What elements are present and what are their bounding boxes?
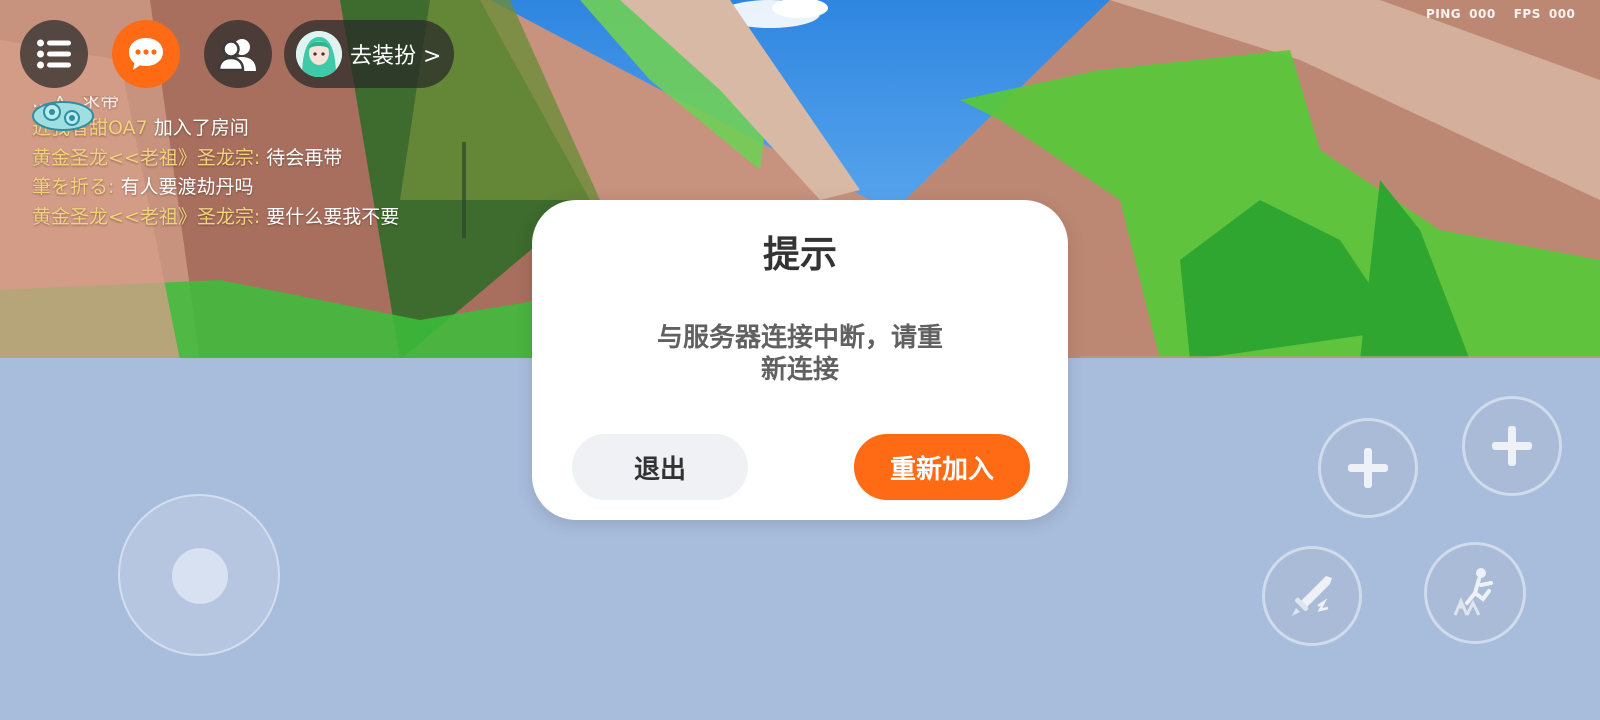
chat-scrollbar[interactable] [462,142,466,238]
chat-line: 黄金圣龙<<老祖》圣龙宗: 待会再带 [32,144,472,174]
action-slot-1-button[interactable] [1318,418,1418,518]
chat-line: 黄金圣龙<<老祖》圣龙宗: 要什么要我不要 [32,203,472,233]
chat-sender: 筆を折る: [32,176,115,198]
sword-icon [1292,576,1332,616]
chat-sender: 黄金圣龙<<老祖》圣龙宗: [32,146,261,169]
plus-icon [1492,426,1532,466]
joystick-knob[interactable] [172,548,228,604]
exit-button[interactable]: 退出 [572,434,748,500]
jump-button[interactable] [1424,542,1526,644]
dialog-message: 与服务器连接中断，请重新连接 [656,323,943,385]
disconnect-dialog: 提示 与服务器连接中断，请重新连接 退出 重新加入 [532,200,1068,520]
chat-message: 有人要渡劫丹吗 [120,176,254,198]
cloud-emblem-icon [32,101,94,131]
chat-line: 筆を折る: 有人要渡劫丹吗 [32,173,472,203]
chat-sender: 黄金圣龙<<老祖》圣龙宗: [32,205,261,228]
chat-bubble-icon [129,38,163,70]
chat-message: 要什么要我不要 [266,205,400,228]
avatar [296,31,342,77]
friends-icon [218,39,256,71]
performance-readout: PING 000 FPS 000 [1426,7,1575,21]
action-slot-2-button[interactable] [1462,396,1562,496]
fps-value: 000 [1548,7,1576,21]
chat-message: 加入了房间 [153,117,249,139]
chat-log[interactable]: ...入. 求带 近我者甜OA7 加入了房间 黄金圣龙<<老祖》圣龙宗: 待会再… [32,96,472,232]
dressup-button[interactable]: 去装扮 > [284,20,454,88]
ping-label: PING [1426,7,1462,21]
ping-value: 000 [1469,7,1496,21]
friends-button[interactable] [204,20,272,88]
movement-joystick[interactable] [118,494,280,656]
dialog-title: 提示 [763,233,837,276]
jump-icon [1453,568,1493,616]
chat-line-partial: ...入. 求带 [32,96,472,114]
chat-line: 近我者甜OA7 加入了房间 [32,114,472,144]
rejoin-button[interactable]: 重新加入 [854,434,1030,500]
character-avatar-icon [296,31,342,77]
fps-label: FPS [1513,7,1541,21]
chat-button[interactable] [112,20,180,88]
chat-message: 待会再带 [266,146,343,169]
plus-icon [1348,448,1388,488]
menu-button[interactable] [20,20,88,88]
dressup-label: 去装扮 > [350,44,442,69]
list-icon [37,39,71,69]
attack-button[interactable] [1262,546,1362,646]
